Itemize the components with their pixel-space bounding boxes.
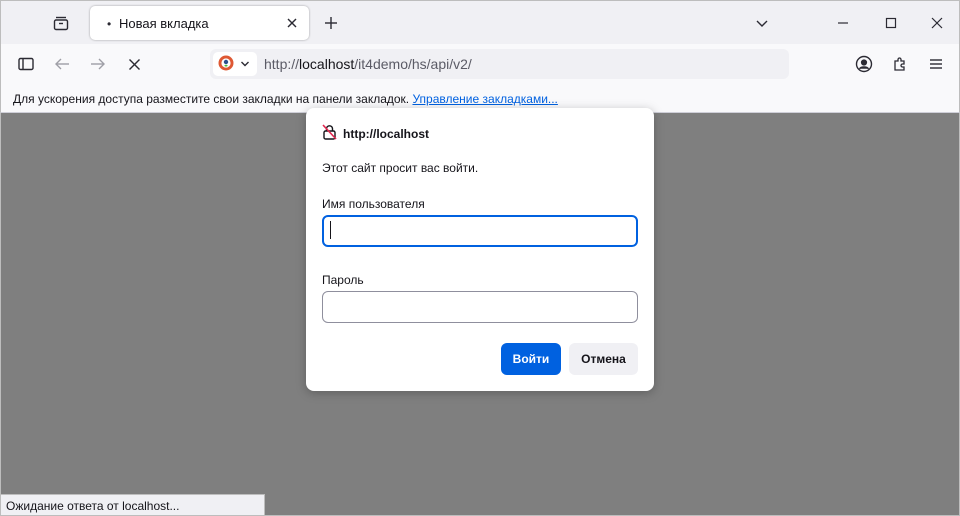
text-caret xyxy=(330,221,331,239)
bookmarks-hint: Для ускорения доступа разместите свои за… xyxy=(13,92,413,106)
password-label: Пароль xyxy=(322,273,364,287)
plus-icon[interactable] xyxy=(321,13,341,33)
menu-icon[interactable] xyxy=(926,54,946,74)
duckduckgo-icon xyxy=(218,55,234,74)
login-button[interactable]: Войти xyxy=(501,343,561,375)
password-input[interactable] xyxy=(322,291,638,323)
url-prefix: http:// xyxy=(264,56,300,72)
tab-new-tab[interactable]: • Новая вкладка xyxy=(90,6,309,40)
close-icon[interactable] xyxy=(283,14,301,32)
minimize-icon[interactable] xyxy=(833,13,853,33)
username-label: Имя пользователя xyxy=(322,197,425,211)
cancel-button[interactable]: Отмена xyxy=(569,343,638,375)
manage-bookmarks-link[interactable]: Управление закладками... xyxy=(412,92,557,106)
search-engine-selector[interactable] xyxy=(213,52,257,76)
url-path: /it4demo/hs/api/v2/ xyxy=(354,56,472,72)
username-input[interactable] xyxy=(322,215,638,247)
navigation-bar: http://localhost/it4demo/hs/api/v2/ xyxy=(0,44,960,86)
url-bar[interactable]: http://localhost/it4demo/hs/api/v2/ xyxy=(210,49,789,79)
maximize-icon[interactable] xyxy=(881,13,901,33)
url-host: localhost xyxy=(299,56,355,72)
chevron-down-icon[interactable] xyxy=(752,13,772,33)
tab-loading-dot: • xyxy=(107,17,112,31)
tab-title: Новая вкладка xyxy=(119,16,209,31)
stop-icon[interactable] xyxy=(124,54,144,74)
tab-bar: • Новая вкладка xyxy=(0,0,960,44)
url-text[interactable]: http://localhost/it4demo/hs/api/v2/ xyxy=(264,56,472,72)
auth-dialog: http://localhost Этот сайт просит вас во… xyxy=(306,108,654,391)
window-close-icon[interactable] xyxy=(927,13,947,33)
dialog-origin: http://localhost xyxy=(343,126,429,141)
lock-slash-icon xyxy=(322,124,337,143)
dialog-message: Этот сайт просит вас войти. xyxy=(322,161,479,175)
extensions-icon[interactable] xyxy=(890,54,910,74)
forward-arrow-icon[interactable] xyxy=(88,54,108,74)
sidebar-icon[interactable] xyxy=(16,54,36,74)
back-arrow-icon[interactable] xyxy=(52,54,72,74)
tab-list-icon[interactable] xyxy=(51,13,71,33)
account-icon[interactable] xyxy=(854,54,874,74)
status-panel: Ожидание ответа от localhost... xyxy=(0,494,265,516)
dialog-header: http://localhost xyxy=(322,124,429,143)
chevron-down-icon xyxy=(240,57,250,72)
